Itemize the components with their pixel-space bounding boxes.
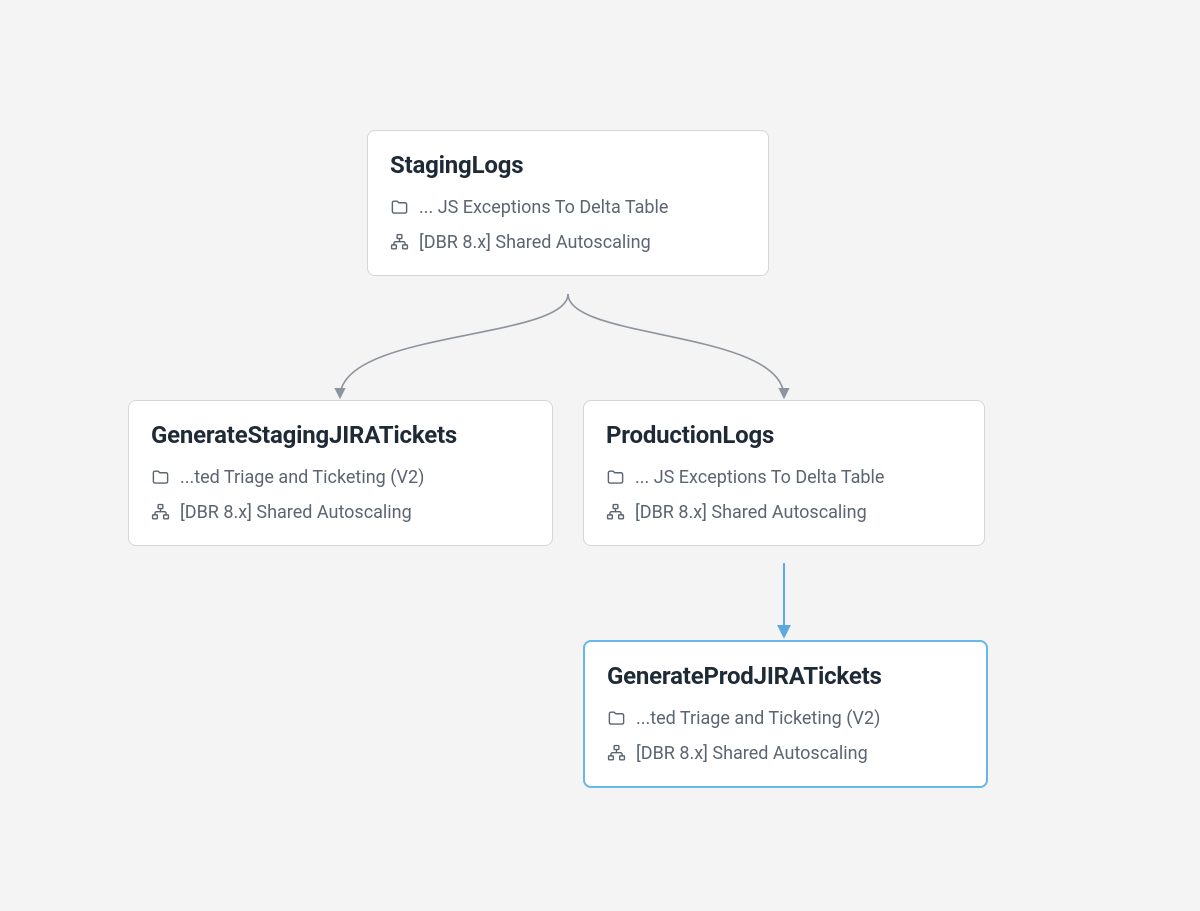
task-node-staging-logs[interactable]: StagingLogs ... JS Exceptions To Delta T… (367, 130, 769, 276)
task-notebook-label: ... JS Exceptions To Delta Table (419, 197, 668, 218)
task-title: ProductionLogs (606, 421, 962, 449)
cluster-icon (607, 744, 626, 763)
folder-icon (151, 468, 170, 487)
task-cluster: [DBR 8.x] Shared Autoscaling (151, 502, 530, 523)
task-cluster-label: [DBR 8.x] Shared Autoscaling (180, 502, 412, 523)
folder-icon (390, 198, 409, 217)
task-cluster-label: [DBR 8.x] Shared Autoscaling (635, 502, 867, 523)
task-node-generate-staging[interactable]: GenerateStagingJIRATickets ...ted Triage… (128, 400, 553, 546)
task-notebook: ... JS Exceptions To Delta Table (390, 197, 746, 218)
task-title: GenerateProdJIRATickets (607, 662, 964, 690)
task-cluster-label: [DBR 8.x] Shared Autoscaling (419, 232, 651, 253)
folder-icon (606, 468, 625, 487)
task-cluster: [DBR 8.x] Shared Autoscaling (390, 232, 746, 253)
edge-staging-to-generate-staging (340, 294, 568, 397)
task-node-generate-prod[interactable]: GenerateProdJIRATickets ...ted Triage an… (583, 640, 988, 788)
task-notebook-label: ...ted Triage and Ticketing (V2) (180, 467, 424, 488)
task-title: GenerateStagingJIRATickets (151, 421, 530, 449)
edge-staging-to-production (568, 294, 784, 397)
task-cluster-label: [DBR 8.x] Shared Autoscaling (636, 743, 868, 764)
task-notebook: ... JS Exceptions To Delta Table (606, 467, 962, 488)
cluster-icon (151, 503, 170, 522)
task-node-production-logs[interactable]: ProductionLogs ... JS Exceptions To Delt… (583, 400, 985, 546)
task-notebook: ...ted Triage and Ticketing (V2) (151, 467, 530, 488)
diagram-canvas[interactable]: StagingLogs ... JS Exceptions To Delta T… (0, 0, 1200, 911)
folder-icon (607, 709, 626, 728)
task-notebook-label: ...ted Triage and Ticketing (V2) (636, 708, 880, 729)
task-notebook: ...ted Triage and Ticketing (V2) (607, 708, 964, 729)
task-notebook-label: ... JS Exceptions To Delta Table (635, 467, 884, 488)
cluster-icon (606, 503, 625, 522)
task-cluster: [DBR 8.x] Shared Autoscaling (607, 743, 964, 764)
task-title: StagingLogs (390, 151, 746, 179)
cluster-icon (390, 233, 409, 252)
task-cluster: [DBR 8.x] Shared Autoscaling (606, 502, 962, 523)
